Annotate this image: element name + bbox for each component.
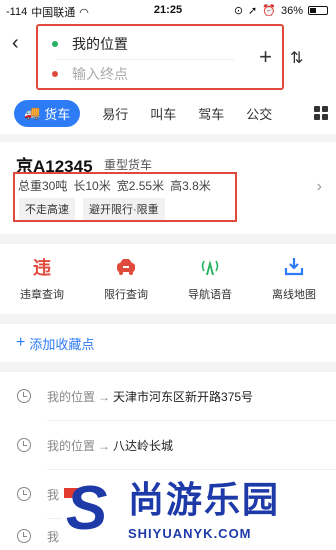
spec-length: 长10米	[73, 179, 111, 193]
clock-icon	[17, 389, 31, 403]
voice-nav-button[interactable]: 导航语音	[168, 244, 252, 314]
violation-query-button[interactable]: 违 违章查询	[0, 244, 84, 314]
history-from: 我	[47, 487, 60, 502]
alarm-icon: ⏰	[262, 5, 276, 17]
watermark-en-text: SHIYUANYK.COM	[128, 526, 252, 541]
history-from: 我的位置	[47, 438, 96, 453]
truck-specs-box: 总重30吨 长10米 宽2.55米 高3.8米 不走高速 避开限行·限重	[13, 172, 237, 222]
tool-label: 违章查询	[20, 289, 64, 301]
add-favorite-button[interactable]: + 添加收藏点	[0, 324, 336, 362]
download-icon	[283, 256, 305, 278]
tag-avoid-highway: 不走高速	[19, 198, 75, 220]
tab-easy-travel[interactable]: 易行	[102, 104, 128, 123]
chevron-right-icon[interactable]: ›	[317, 178, 322, 196]
route-input-box: 我的位置 输入终点 +	[36, 24, 284, 90]
tool-label: 限行查询	[104, 289, 148, 301]
start-dot-icon	[52, 41, 58, 47]
truck-type: 重型货车	[104, 158, 153, 172]
spec-weight: 总重30吨	[18, 179, 68, 193]
clock-icon	[17, 487, 31, 501]
restriction-car-icon	[115, 256, 137, 278]
battery-percent: 36%	[280, 4, 303, 17]
end-point-placeholder: 输入终点	[72, 66, 128, 82]
watermark-letter: S	[66, 474, 108, 543]
tool-row: 违 违章查询 限行查询 导航语音 离线地图	[0, 244, 336, 314]
more-grid-icon[interactable]	[314, 106, 328, 120]
history-item[interactable]: 我的位置 → 八达岭长城	[0, 421, 336, 469]
transport-tabs: 🚚 货车 易行 叫车 驾车 公交	[0, 92, 336, 134]
offline-map-button[interactable]: 离线地图	[252, 244, 336, 314]
back-arrow-icon[interactable]: ‹	[12, 32, 19, 55]
add-waypoint-icon[interactable]: +	[259, 44, 272, 70]
tab-drive[interactable]: 驾车	[198, 104, 224, 123]
history-from: 我的位置	[47, 389, 96, 404]
rotation-lock-icon: ⊙	[233, 5, 244, 17]
truck-icon: 🚚	[24, 105, 41, 120]
restriction-query-button[interactable]: 限行查询	[84, 244, 168, 314]
arrow-icon: →	[98, 389, 111, 404]
history-from: 我	[47, 529, 60, 544]
tab-truck[interactable]: 🚚 货车	[14, 99, 81, 127]
tab-taxi[interactable]: 叫车	[150, 104, 176, 123]
spec-width: 宽2.55米	[116, 179, 165, 193]
watermark-logo: S 尚游乐园 SHIYUANYK.COM	[62, 474, 336, 550]
start-point-label: 我的位置	[72, 36, 128, 52]
history-dest: 天津市河东区新开路375号	[113, 389, 254, 404]
end-dot-icon	[52, 71, 58, 77]
history-dest: 八达岭长城	[113, 438, 174, 453]
status-bar: -114 中国联通 ◠ 21:25 ⊙ ➚ ⏰ 36%	[0, 0, 336, 22]
violation-icon: 违	[33, 258, 51, 278]
clock-icon	[17, 438, 31, 452]
swap-route-icon[interactable]: ⇅	[290, 48, 303, 68]
tag-avoid-restrictions: 避开限行·限重	[83, 198, 165, 220]
start-point-field[interactable]: 我的位置	[52, 29, 232, 59]
clock-icon	[17, 529, 31, 543]
route-header: ‹ 我的位置 输入终点 + ⇅	[0, 22, 336, 92]
tab-truck-label: 货车	[44, 106, 71, 122]
add-favorite-label: 添加收藏点	[29, 336, 95, 352]
history-item[interactable]: 我的位置 → 天津市河东区新开路375号	[0, 372, 336, 420]
tool-label: 导航语音	[188, 289, 232, 301]
tool-label: 离线地图	[272, 289, 316, 301]
truck-info-card[interactable]: 京A12345 重型货车 总重30吨 长10米 宽2.55米 高3.8米 不走高…	[0, 142, 336, 234]
location-arrow-icon: ➚	[248, 5, 258, 17]
arrow-icon: →	[98, 438, 111, 453]
voice-signal-icon	[199, 256, 221, 278]
battery-icon	[308, 6, 328, 15]
spec-height: 高3.8米	[170, 179, 211, 193]
end-point-field[interactable]: 输入终点	[52, 59, 232, 89]
plus-icon: +	[16, 334, 26, 351]
tab-bus[interactable]: 公交	[246, 104, 272, 123]
watermark-cn-text: 尚游乐园	[128, 479, 281, 520]
